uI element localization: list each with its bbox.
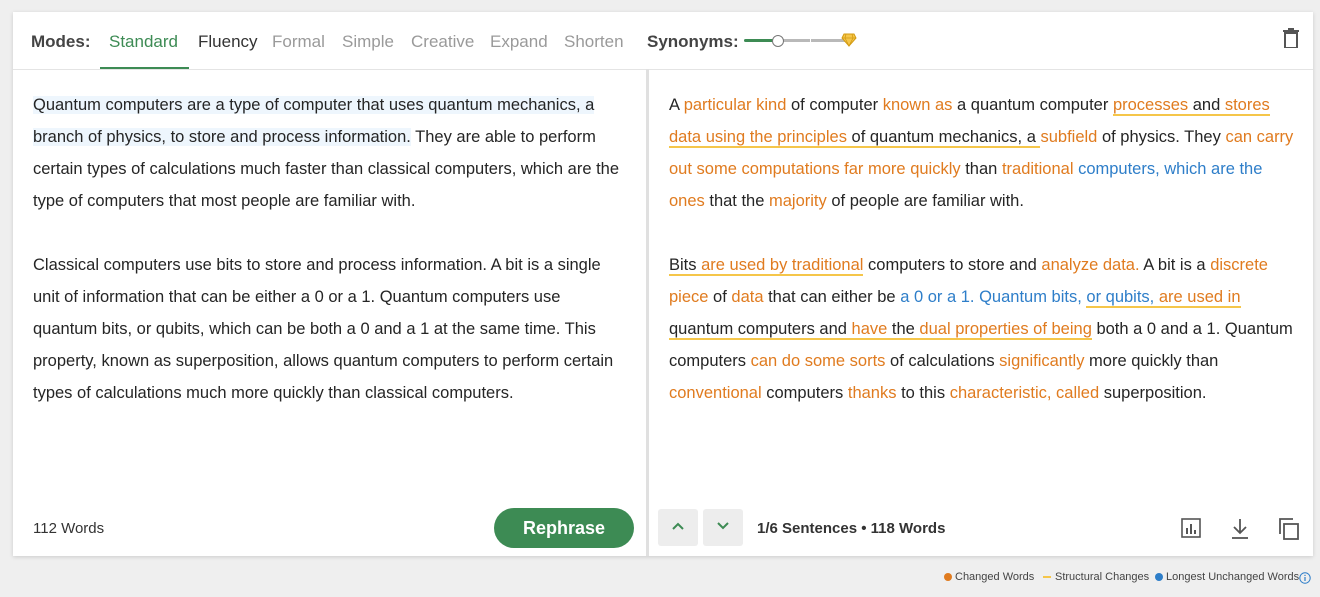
changed-word[interactable]: data. bbox=[1098, 256, 1140, 274]
mode-shorten[interactable]: Shorten bbox=[564, 32, 624, 52]
legend-longest-unchanged: Longest Unchanged Words bbox=[1155, 571, 1299, 583]
structural-line-icon bbox=[1043, 576, 1051, 579]
output-word: A bbox=[669, 96, 684, 114]
changed-word[interactable]: thanks bbox=[848, 384, 897, 402]
output-word: that can either be bbox=[763, 288, 901, 306]
changed-word[interactable]: traditional bbox=[1002, 160, 1074, 178]
output-word: of calculations bbox=[885, 352, 1000, 370]
changed-word[interactable]: analyze bbox=[1041, 256, 1098, 274]
changed-word[interactable]: data bbox=[731, 288, 763, 306]
output-word: A bit is a bbox=[1139, 256, 1211, 274]
mode-expand[interactable]: Expand bbox=[490, 32, 548, 52]
output-paragraph: Bits are used by traditional computers t… bbox=[669, 249, 1299, 409]
sentence-total: /6 Sentences bbox=[765, 520, 858, 537]
info-icon[interactable] bbox=[1299, 571, 1311, 589]
output-word: more quickly than bbox=[1084, 352, 1219, 370]
output-word: computers to store and bbox=[863, 256, 1042, 274]
changed-word[interactable]: known as bbox=[883, 96, 953, 114]
output-word: than bbox=[960, 160, 1002, 178]
chevron-down-icon bbox=[717, 522, 729, 530]
sentence-counter: 1/6 Sentences • 118 Words bbox=[757, 520, 946, 537]
input-text[interactable]: Quantum computers are a type of computer… bbox=[33, 89, 623, 441]
slider-thumb[interactable] bbox=[772, 35, 784, 47]
changed-word[interactable]: particular kind bbox=[684, 96, 787, 114]
slider-track-premium bbox=[811, 39, 845, 42]
structural-change: Bits bbox=[669, 256, 702, 276]
structural-change: of quantum mechanics, a bbox=[846, 128, 1041, 148]
input-paragraph: Classical computers use bits to store an… bbox=[33, 256, 614, 402]
synonyms-slider[interactable] bbox=[744, 33, 857, 47]
mode-simple[interactable]: Simple bbox=[342, 32, 394, 52]
rephrase-button[interactable]: Rephrase bbox=[494, 508, 634, 548]
legend-structural-changes: Structural Changes bbox=[1043, 571, 1149, 583]
output-word: of physics. They bbox=[1097, 128, 1226, 146]
changed-word[interactable]: have bbox=[851, 320, 888, 340]
structural-change: quantum computers and bbox=[669, 320, 852, 340]
toolbar: Modes: Standard Fluency Formal Simple Cr… bbox=[13, 12, 1313, 70]
trash-icon[interactable] bbox=[1283, 28, 1299, 53]
changed-word[interactable]: are used in bbox=[1158, 288, 1241, 308]
premium-diamond-icon bbox=[841, 33, 857, 52]
output-word: a quantum computer bbox=[952, 96, 1113, 114]
copy-icon[interactable] bbox=[1278, 518, 1300, 545]
structural-change: and bbox=[1188, 96, 1225, 116]
changed-word[interactable]: subfield bbox=[1040, 128, 1097, 146]
changed-word[interactable]: conventional bbox=[669, 384, 762, 402]
download-icon[interactable] bbox=[1230, 518, 1250, 545]
output-word: to this bbox=[896, 384, 950, 402]
paraphraser-panel: Modes: Standard Fluency Formal Simple Cr… bbox=[13, 12, 1313, 556]
output-word: of computer bbox=[786, 96, 883, 114]
changed-word[interactable]: characteristic, called bbox=[950, 384, 1099, 402]
mode-standard[interactable]: Standard bbox=[109, 32, 178, 52]
changed-word[interactable]: are used by traditional bbox=[701, 256, 864, 276]
changed-word[interactable]: ones bbox=[669, 192, 705, 210]
output-word: computers bbox=[761, 384, 848, 402]
changed-word[interactable]: can do some sorts bbox=[751, 352, 886, 370]
structural-change: the bbox=[887, 320, 920, 340]
modes-label: Modes: bbox=[31, 32, 91, 51]
chevron-up-icon bbox=[672, 522, 684, 530]
output-word: of people are familiar with. bbox=[826, 192, 1024, 210]
unchanged-phrase: or qubits, bbox=[1086, 288, 1155, 308]
output-text[interactable]: A particular kind of computer known as a… bbox=[669, 89, 1299, 441]
panel-divider[interactable] bbox=[646, 69, 649, 556]
unchanged-phrase: a 0 or a 1. Quantum bits, bbox=[900, 288, 1087, 306]
unchanged-phrase: computers, which are the bbox=[1073, 160, 1263, 178]
mode-fluency[interactable]: Fluency bbox=[198, 32, 258, 52]
statistics-icon[interactable] bbox=[1181, 518, 1201, 543]
mode-creative[interactable]: Creative bbox=[411, 32, 474, 52]
changed-word[interactable]: significantly bbox=[999, 352, 1084, 370]
changed-word[interactable]: dual properties of being bbox=[919, 320, 1092, 340]
output-paragraph: A particular kind of computer known as a… bbox=[669, 89, 1299, 217]
changed-word[interactable]: majority bbox=[769, 192, 827, 210]
previous-sentence-button[interactable] bbox=[658, 509, 698, 546]
mode-formal[interactable]: Formal bbox=[272, 32, 325, 52]
slider-track bbox=[780, 39, 810, 42]
changed-dot-icon bbox=[944, 573, 952, 582]
synonyms-label: Synonyms: bbox=[647, 32, 739, 51]
unchanged-dot-icon bbox=[1155, 573, 1163, 582]
input-word-count: 112 Words bbox=[33, 520, 105, 537]
active-mode-indicator bbox=[100, 67, 189, 69]
output-word: of bbox=[708, 288, 732, 306]
output-word-count: 118 Words bbox=[870, 520, 946, 537]
next-sentence-button[interactable] bbox=[703, 509, 743, 546]
changed-word[interactable]: processes bbox=[1112, 96, 1189, 116]
output-word: superposition. bbox=[1099, 384, 1207, 402]
output-word: that the bbox=[704, 192, 769, 210]
legend-changed-words: Changed Words bbox=[944, 571, 1034, 583]
input-paragraph: Quantum computers are a type of computer… bbox=[33, 89, 623, 217]
